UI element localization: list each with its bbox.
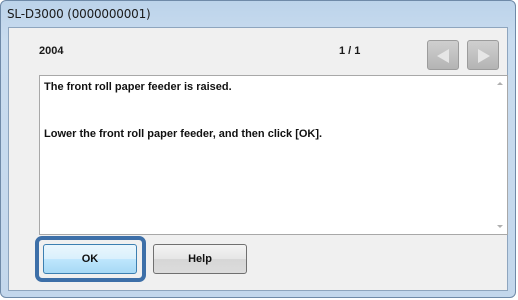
previous-page-button[interactable] — [427, 40, 459, 70]
help-button[interactable]: Help — [153, 244, 247, 274]
message-line-2: Lower the front roll paper feeder, and t… — [44, 128, 323, 140]
vertical-scrollbar[interactable] — [493, 76, 507, 234]
next-page-button[interactable] — [467, 40, 499, 70]
dialog-client-area: 2004 1 / 1 The front roll paper feeder i… — [8, 27, 508, 291]
scroll-up-arrow-icon[interactable] — [497, 82, 503, 85]
ok-button[interactable]: OK — [43, 244, 137, 274]
left-triangle-icon — [437, 49, 449, 63]
message-text-box[interactable]: The front roll paper feeder is raised. L… — [39, 75, 508, 235]
page-indicator: 1 / 1 — [339, 45, 361, 57]
message-header: 2004 1 / 1 — [9, 28, 507, 74]
right-triangle-icon — [478, 49, 490, 63]
title-bar[interactable]: SL-D3000 (0000000001) — [1, 1, 515, 27]
window-title: SL-D3000 (0000000001) — [7, 7, 151, 21]
dialog-window: SL-D3000 (0000000001) 2004 1 / 1 The fro… — [0, 0, 516, 298]
scroll-down-arrow-icon[interactable] — [497, 225, 503, 228]
message-line-1: The front roll paper feeder is raised. — [44, 81, 232, 93]
error-code: 2004 — [39, 45, 64, 57]
